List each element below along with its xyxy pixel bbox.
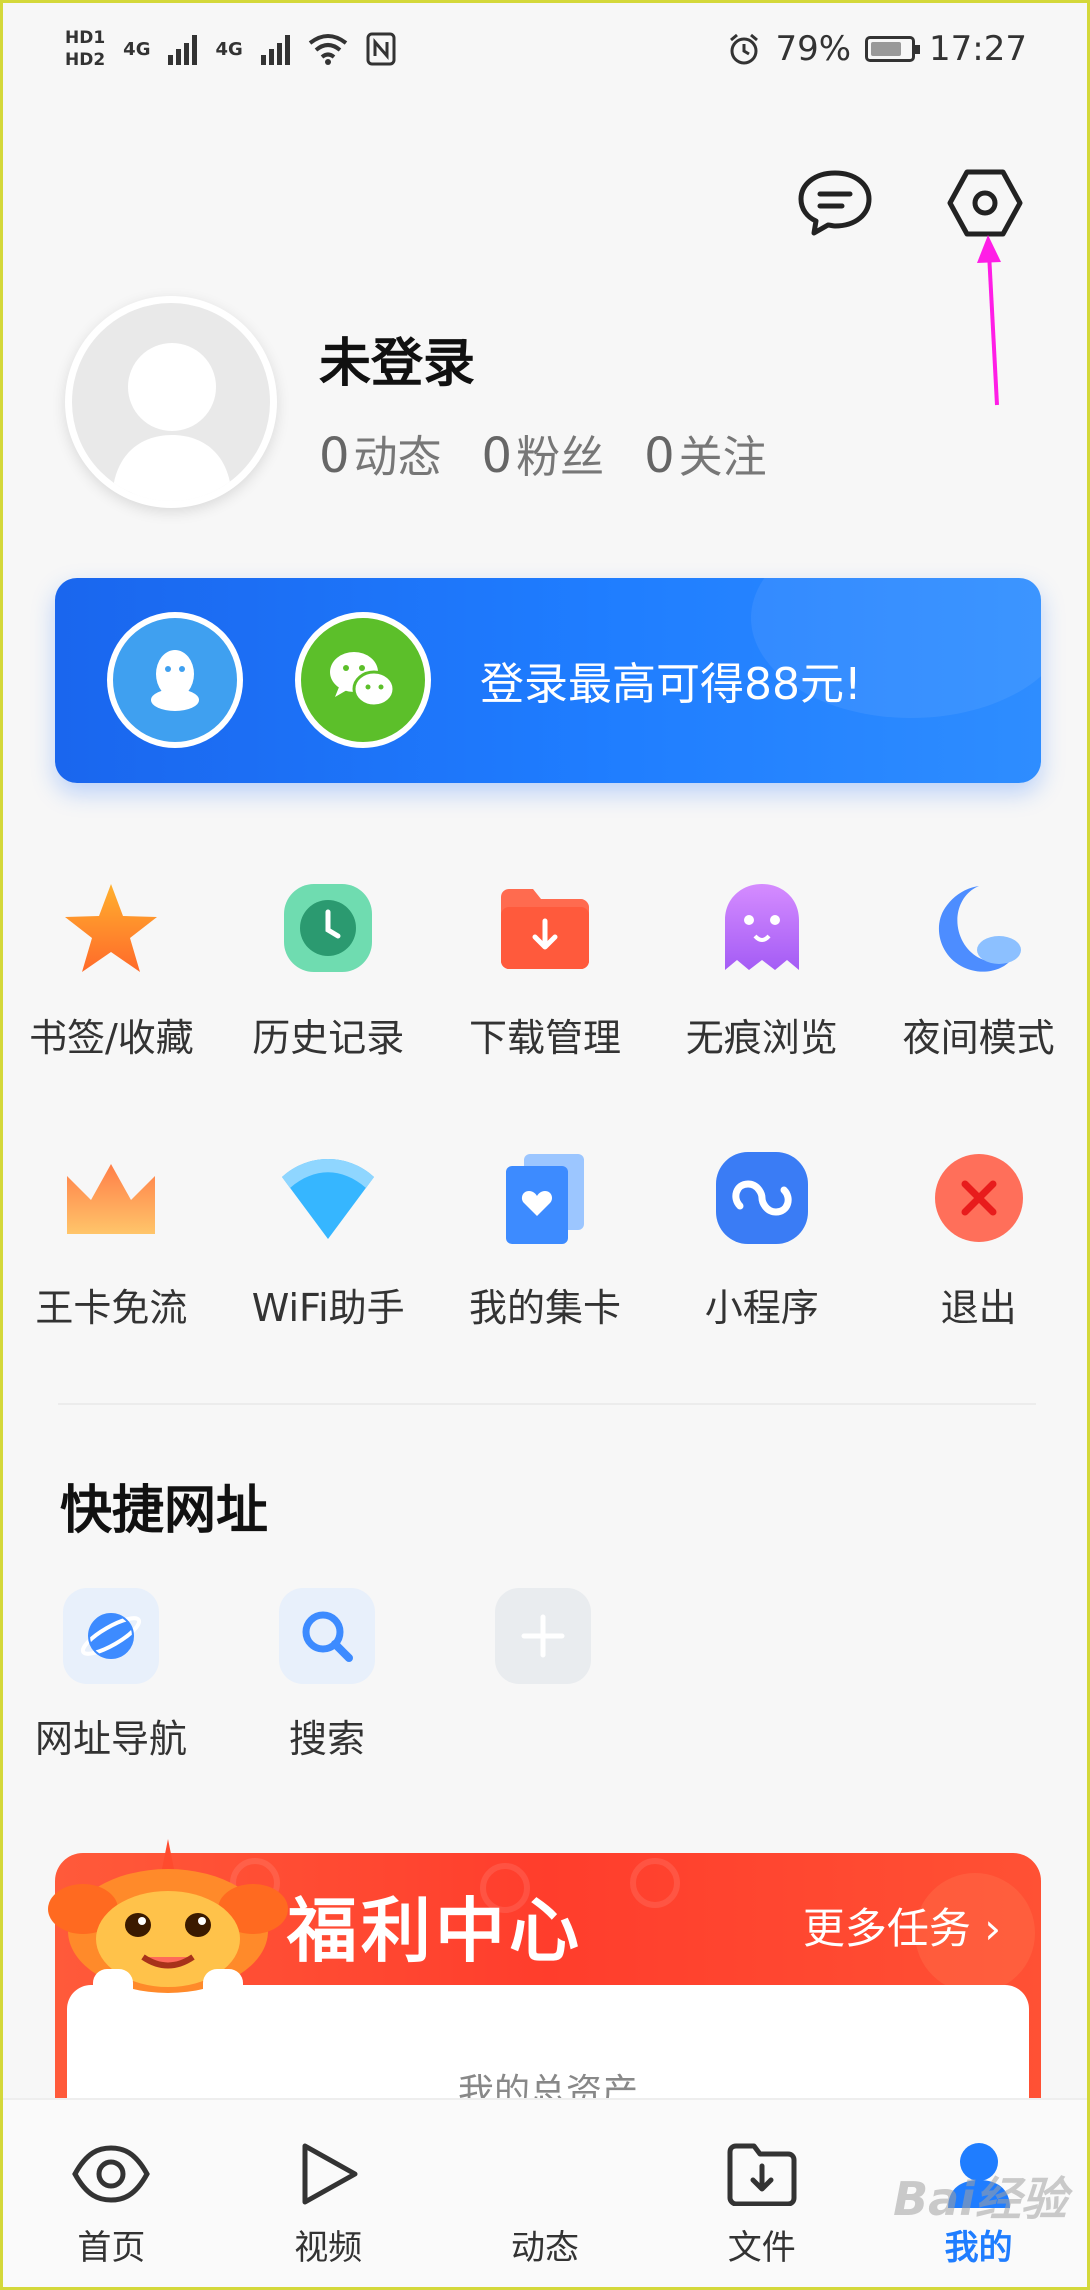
quick-links-title: 快捷网址 <box>60 1481 269 1541</box>
tool-mini-program[interactable]: 小程序 <box>653 1143 870 1332</box>
eye-icon <box>71 2134 151 2214</box>
clock-icon <box>273 873 383 983</box>
moon-icon <box>924 873 1034 983</box>
battery-percent: 79% <box>775 29 852 69</box>
quick-link-add[interactable] <box>435 1588 651 1763</box>
tool-logout[interactable]: 退出 <box>870 1143 1087 1332</box>
wechat-login-button[interactable] <box>295 612 431 748</box>
stat-posts[interactable]: 0动态 <box>319 421 442 485</box>
tab-video[interactable]: 视频 <box>220 2100 437 2287</box>
clock-time: 17:27 <box>929 29 1027 69</box>
lion-mascot-icon <box>48 1839 288 2009</box>
wechat-icon <box>330 652 396 708</box>
tool-history[interactable]: 历史记录 <box>220 873 437 1062</box>
file-download-icon <box>722 2134 802 2214</box>
tool-king-card[interactable]: 王卡免流 <box>3 1143 220 1332</box>
qq-login-button[interactable] <box>107 612 243 748</box>
nfc-icon <box>366 32 396 66</box>
signal-icon <box>168 33 198 65</box>
alarm-icon <box>730 33 759 65</box>
planet-icon <box>63 1588 159 1684</box>
status-right: 79% 17:27 <box>727 29 1027 69</box>
network-label-2: 4G <box>215 38 243 60</box>
quick-link-search[interactable]: 搜索 <box>219 1588 435 1763</box>
network-label-1: 4G <box>123 38 151 60</box>
tool-downloads[interactable]: 下载管理 <box>437 873 654 1062</box>
username[interactable]: 未登录 <box>319 321 475 396</box>
more-tasks-link[interactable]: 更多任务 › <box>803 1895 1001 1956</box>
ghost-icon <box>707 873 817 983</box>
search-icon <box>279 1588 375 1684</box>
wifi-icon <box>273 1143 383 1253</box>
download-folder-icon <box>490 873 600 983</box>
screen: HD1 HD2 4G 4G 79% 17:27 未登录 0动态 0粉丝 0关注 … <box>3 3 1087 2287</box>
tools-row-2: 王卡免流 WiFi助手 我的集卡 小程序 退出 <box>3 1143 1087 1332</box>
mini-program-icon <box>707 1143 817 1253</box>
stat-fans[interactable]: 0粉丝 <box>482 421 605 485</box>
feed-icon <box>505 2134 585 2214</box>
battery-icon <box>865 36 921 62</box>
hd1-label: HD1 <box>65 28 106 48</box>
watermark: Bai经验 <box>893 2172 1067 2226</box>
play-icon <box>288 2134 368 2214</box>
message-button[interactable] <box>795 163 875 243</box>
qq-penguin-icon <box>151 650 199 711</box>
tool-incognito[interactable]: 无痕浏览 <box>653 873 870 1062</box>
profile-stats: 0动态 0粉丝 0关注 <box>319 421 767 485</box>
tool-bookmarks[interactable]: 书签/收藏 <box>3 873 220 1062</box>
annotation-arrow-icon <box>977 235 1001 406</box>
stat-following[interactable]: 0关注 <box>644 421 767 485</box>
welfare-title: 福利中心 <box>287 1890 583 1972</box>
login-promo-text: 登录最高可得88元! <box>480 659 862 710</box>
quick-links: 网址导航 搜索 <box>3 1588 651 1763</box>
quick-link-navigation[interactable]: 网址导航 <box>3 1588 219 1763</box>
status-bar: HD1 HD2 4G 4G 79% 17:27 <box>3 3 1087 95</box>
plus-icon <box>495 1588 591 1684</box>
crown-icon <box>56 1143 166 1253</box>
wifi-status-icon <box>308 34 348 65</box>
tab-feed[interactable]: 动态 <box>437 2100 654 2287</box>
chat-bubble-icon <box>798 170 872 236</box>
star-icon <box>56 873 166 983</box>
default-avatar-icon <box>112 343 232 501</box>
divider <box>58 1403 1036 1405</box>
avatar[interactable] <box>65 296 277 508</box>
hd2-label: HD2 <box>65 50 106 70</box>
hd-indicator: HD1 HD2 <box>65 27 105 71</box>
status-left: HD1 HD2 4G 4G <box>65 27 396 71</box>
tool-wifi-assistant[interactable]: WiFi助手 <box>220 1143 437 1332</box>
tool-card-collection[interactable]: 我的集卡 <box>437 1143 654 1332</box>
tools-row-1: 书签/收藏 历史记录 下载管理 无痕浏览 夜间模式 <box>3 873 1087 1062</box>
signal-icon-2 <box>260 33 290 65</box>
login-banner[interactable]: 登录最高可得88元! <box>55 578 1041 783</box>
tab-home[interactable]: 首页 <box>3 2100 220 2287</box>
card-heart-icon <box>490 1143 600 1253</box>
close-icon <box>924 1143 1034 1253</box>
tool-night-mode[interactable]: 夜间模式 <box>870 873 1087 1062</box>
tab-files[interactable]: 文件 <box>653 2100 870 2287</box>
